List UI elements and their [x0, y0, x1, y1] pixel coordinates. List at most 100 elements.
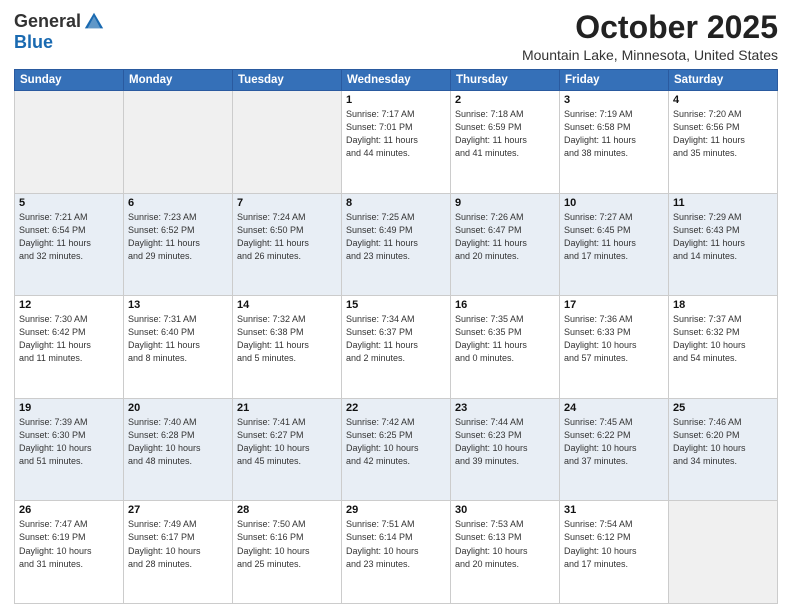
day-info: Sunrise: 7:27 AM Sunset: 6:45 PM Dayligh… — [564, 211, 664, 263]
calendar-header-friday: Friday — [560, 70, 669, 91]
day-number: 23 — [455, 402, 555, 414]
day-info: Sunrise: 7:25 AM Sunset: 6:49 PM Dayligh… — [346, 211, 446, 263]
day-number: 19 — [19, 402, 119, 414]
calendar-cell — [124, 91, 233, 194]
day-info: Sunrise: 7:42 AM Sunset: 6:25 PM Dayligh… — [346, 416, 446, 468]
calendar-week-1: 1 Sunrise: 7:17 AM Sunset: 7:01 PM Daylig… — [15, 91, 778, 194]
calendar-cell: 14 Sunrise: 7:32 AM Sunset: 6:38 PM Dayli… — [233, 296, 342, 399]
calendar-cell: 26 Sunrise: 7:47 AM Sunset: 6:19 PM Dayli… — [15, 501, 124, 604]
day-number: 28 — [237, 504, 337, 516]
calendar-cell: 29Sunrise: 7:51 AM Sunset: 6:14 PM Dayli… — [342, 501, 451, 604]
calendar-cell: 28Sunrise: 7:50 AM Sunset: 6:16 PM Dayli… — [233, 501, 342, 604]
day-info: Sunrise: 7:49 AM Sunset: 6:17 PM Dayligh… — [128, 518, 228, 570]
calendar-cell: 20 Sunrise: 7:40 AM Sunset: 6:28 PM Dayli… — [124, 398, 233, 501]
day-number: 14 — [237, 299, 337, 311]
calendar-cell: 16 Sunrise: 7:35 AM Sunset: 6:35 PM Dayli… — [451, 296, 560, 399]
day-number: 24 — [564, 402, 664, 414]
day-number: 1 — [346, 94, 446, 106]
day-number: 2 — [455, 94, 555, 106]
day-info: Sunrise: 7:17 AM Sunset: 7:01 PM Dayligh… — [346, 108, 446, 160]
day-number: 15 — [346, 299, 446, 311]
calendar-cell: 9Sunrise: 7:26 AM Sunset: 6:47 PM Daylig… — [451, 193, 560, 296]
calendar-cell: 19 Sunrise: 7:39 AM Sunset: 6:30 PM Dayli… — [15, 398, 124, 501]
calendar-cell: 1 Sunrise: 7:17 AM Sunset: 7:01 PM Daylig… — [342, 91, 451, 194]
day-info: Sunrise: 7:53 AM Sunset: 6:13 PM Dayligh… — [455, 518, 555, 570]
month-title: October 2025 — [522, 10, 778, 45]
day-info: Sunrise: 7:47 AM Sunset: 6:19 PM Dayligh… — [19, 518, 119, 570]
day-number: 31 — [564, 504, 664, 516]
day-number: 25 — [673, 402, 773, 414]
day-info: Sunrise: 7:19 AM Sunset: 6:58 PM Dayligh… — [564, 108, 664, 160]
day-info: Sunrise: 7:54 AM Sunset: 6:12 PM Dayligh… — [564, 518, 664, 570]
day-number: 22 — [346, 402, 446, 414]
day-number: 11 — [673, 197, 773, 209]
calendar-cell: 18 Sunrise: 7:37 AM Sunset: 6:32 PM Dayli… — [669, 296, 778, 399]
day-info: Sunrise: 7:41 AM Sunset: 6:27 PM Dayligh… — [237, 416, 337, 468]
day-info: Sunrise: 7:44 AM Sunset: 6:23 PM Dayligh… — [455, 416, 555, 468]
day-number: 18 — [673, 299, 773, 311]
calendar-header-saturday: Saturday — [669, 70, 778, 91]
calendar-cell: 22 Sunrise: 7:42 AM Sunset: 6:25 PM Dayli… — [342, 398, 451, 501]
header: General Blue October 2025 Mountain Lake,… — [14, 10, 778, 63]
calendar-header-monday: Monday — [124, 70, 233, 91]
calendar-cell: 17Sunrise: 7:36 AM Sunset: 6:33 PM Dayli… — [560, 296, 669, 399]
title-area: October 2025 Mountain Lake, Minnesota, U… — [522, 10, 778, 63]
day-info: Sunrise: 7:35 AM Sunset: 6:35 PM Dayligh… — [455, 313, 555, 365]
day-number: 30 — [455, 504, 555, 516]
day-number: 20 — [128, 402, 228, 414]
day-info: Sunrise: 7:30 AM Sunset: 6:42 PM Dayligh… — [19, 313, 119, 365]
calendar-cell: 21 Sunrise: 7:41 AM Sunset: 6:27 PM Dayli… — [233, 398, 342, 501]
day-info: Sunrise: 7:45 AM Sunset: 6:22 PM Dayligh… — [564, 416, 664, 468]
day-info: Sunrise: 7:20 AM Sunset: 6:56 PM Dayligh… — [673, 108, 773, 160]
logo-blue: Blue — [14, 32, 53, 53]
day-info: Sunrise: 7:34 AM Sunset: 6:37 PM Dayligh… — [346, 313, 446, 365]
calendar-header-tuesday: Tuesday — [233, 70, 342, 91]
page: General Blue October 2025 Mountain Lake,… — [0, 0, 792, 612]
calendar-cell: 13Sunrise: 7:31 AM Sunset: 6:40 PM Dayli… — [124, 296, 233, 399]
day-number: 10 — [564, 197, 664, 209]
calendar-cell: 27Sunrise: 7:49 AM Sunset: 6:17 PM Dayli… — [124, 501, 233, 604]
calendar-week-5: 26 Sunrise: 7:47 AM Sunset: 6:19 PM Dayli… — [15, 501, 778, 604]
day-number: 7 — [237, 197, 337, 209]
day-info: Sunrise: 7:23 AM Sunset: 6:52 PM Dayligh… — [128, 211, 228, 263]
calendar-cell: 3Sunrise: 7:19 AM Sunset: 6:58 PM Daylig… — [560, 91, 669, 194]
day-number: 21 — [237, 402, 337, 414]
calendar-week-4: 19 Sunrise: 7:39 AM Sunset: 6:30 PM Dayli… — [15, 398, 778, 501]
calendar-cell: 12 Sunrise: 7:30 AM Sunset: 6:42 PM Dayli… — [15, 296, 124, 399]
day-info: Sunrise: 7:39 AM Sunset: 6:30 PM Dayligh… — [19, 416, 119, 468]
calendar-cell: 6Sunrise: 7:23 AM Sunset: 6:52 PM Daylig… — [124, 193, 233, 296]
day-info: Sunrise: 7:37 AM Sunset: 6:32 PM Dayligh… — [673, 313, 773, 365]
day-info: Sunrise: 7:31 AM Sunset: 6:40 PM Dayligh… — [128, 313, 228, 365]
calendar-cell: 2Sunrise: 7:18 AM Sunset: 6:59 PM Daylig… — [451, 91, 560, 194]
calendar-cell: 8Sunrise: 7:25 AM Sunset: 6:49 PM Daylig… — [342, 193, 451, 296]
day-info: Sunrise: 7:24 AM Sunset: 6:50 PM Dayligh… — [237, 211, 337, 263]
calendar-header-thursday: Thursday — [451, 70, 560, 91]
day-number: 12 — [19, 299, 119, 311]
day-number: 26 — [19, 504, 119, 516]
day-info: Sunrise: 7:29 AM Sunset: 6:43 PM Dayligh… — [673, 211, 773, 263]
calendar-cell: 10 Sunrise: 7:27 AM Sunset: 6:45 PM Dayli… — [560, 193, 669, 296]
day-info: Sunrise: 7:40 AM Sunset: 6:28 PM Dayligh… — [128, 416, 228, 468]
calendar-cell: 25 Sunrise: 7:46 AM Sunset: 6:20 PM Dayli… — [669, 398, 778, 501]
day-number: 16 — [455, 299, 555, 311]
calendar-week-2: 5Sunrise: 7:21 AM Sunset: 6:54 PM Daylig… — [15, 193, 778, 296]
calendar-cell — [15, 91, 124, 194]
calendar-cell: 4Sunrise: 7:20 AM Sunset: 6:56 PM Daylig… — [669, 91, 778, 194]
logo-area: General Blue — [14, 10, 105, 53]
day-info: Sunrise: 7:51 AM Sunset: 6:14 PM Dayligh… — [346, 518, 446, 570]
calendar-cell: 23 Sunrise: 7:44 AM Sunset: 6:23 PM Dayli… — [451, 398, 560, 501]
calendar-cell — [669, 501, 778, 604]
day-info: Sunrise: 7:21 AM Sunset: 6:54 PM Dayligh… — [19, 211, 119, 263]
location-title: Mountain Lake, Minnesota, United States — [522, 47, 778, 63]
calendar-week-3: 12 Sunrise: 7:30 AM Sunset: 6:42 PM Dayli… — [15, 296, 778, 399]
logo-blue-text: Blue — [14, 32, 53, 53]
calendar-header-wednesday: Wednesday — [342, 70, 451, 91]
logo-general: General — [14, 11, 81, 32]
calendar-cell: 11 Sunrise: 7:29 AM Sunset: 6:43 PM Dayli… — [669, 193, 778, 296]
day-info: Sunrise: 7:32 AM Sunset: 6:38 PM Dayligh… — [237, 313, 337, 365]
calendar-header-sunday: Sunday — [15, 70, 124, 91]
day-number: 9 — [455, 197, 555, 209]
calendar-cell — [233, 91, 342, 194]
day-info: Sunrise: 7:46 AM Sunset: 6:20 PM Dayligh… — [673, 416, 773, 468]
calendar-cell: 15 Sunrise: 7:34 AM Sunset: 6:37 PM Dayli… — [342, 296, 451, 399]
